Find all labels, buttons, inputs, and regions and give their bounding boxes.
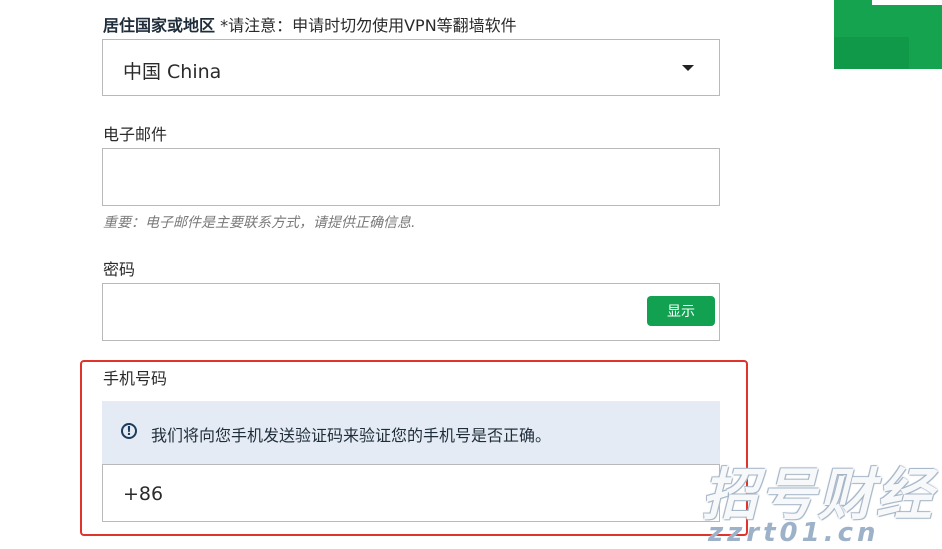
phone-field[interactable]: +86 <box>102 464 720 522</box>
password-field[interactable]: 显示 <box>102 283 720 341</box>
watermark-logo: 招号财经 zzrt01.cn <box>698 448 942 549</box>
country-select-value: 中国 China <box>123 61 222 83</box>
banner-notch <box>872 0 942 5</box>
phone-label: 手机号码 <box>103 369 168 388</box>
phone-info-text: 我们将向您手机发送验证码来验证您的手机号是否正确。 <box>151 426 552 445</box>
phone-field-value: +86 <box>123 483 164 505</box>
email-label: 电子邮件 <box>103 125 168 144</box>
watermark-url-text: zzrt01.cn <box>708 518 880 548</box>
phone-info-banner: ! 我们将向您手机发送验证码来验证您的手机号是否正确。 <box>102 401 720 464</box>
country-label-note: *请注意：申请时切勿使用VPN等翻墙软件 <box>220 16 517 35</box>
green-banner-corner <box>834 0 942 69</box>
country-select[interactable]: 中国 China <box>102 39 720 96</box>
country-label-title: 居住国家或地区 <box>103 16 216 35</box>
password-label: 密码 <box>103 260 136 279</box>
info-icon: ! <box>121 423 137 439</box>
chevron-down-icon[interactable] <box>682 65 694 71</box>
email-field[interactable] <box>102 148 720 206</box>
banner-shade <box>834 37 909 69</box>
show-password-button[interactable]: 显示 <box>647 296 715 326</box>
country-label: 居住国家或地区 *请注意：申请时切勿使用VPN等翻墙软件 <box>103 12 517 36</box>
email-hint: 重要：电子邮件是主要联系方式，请提供正确信息. <box>103 215 416 231</box>
